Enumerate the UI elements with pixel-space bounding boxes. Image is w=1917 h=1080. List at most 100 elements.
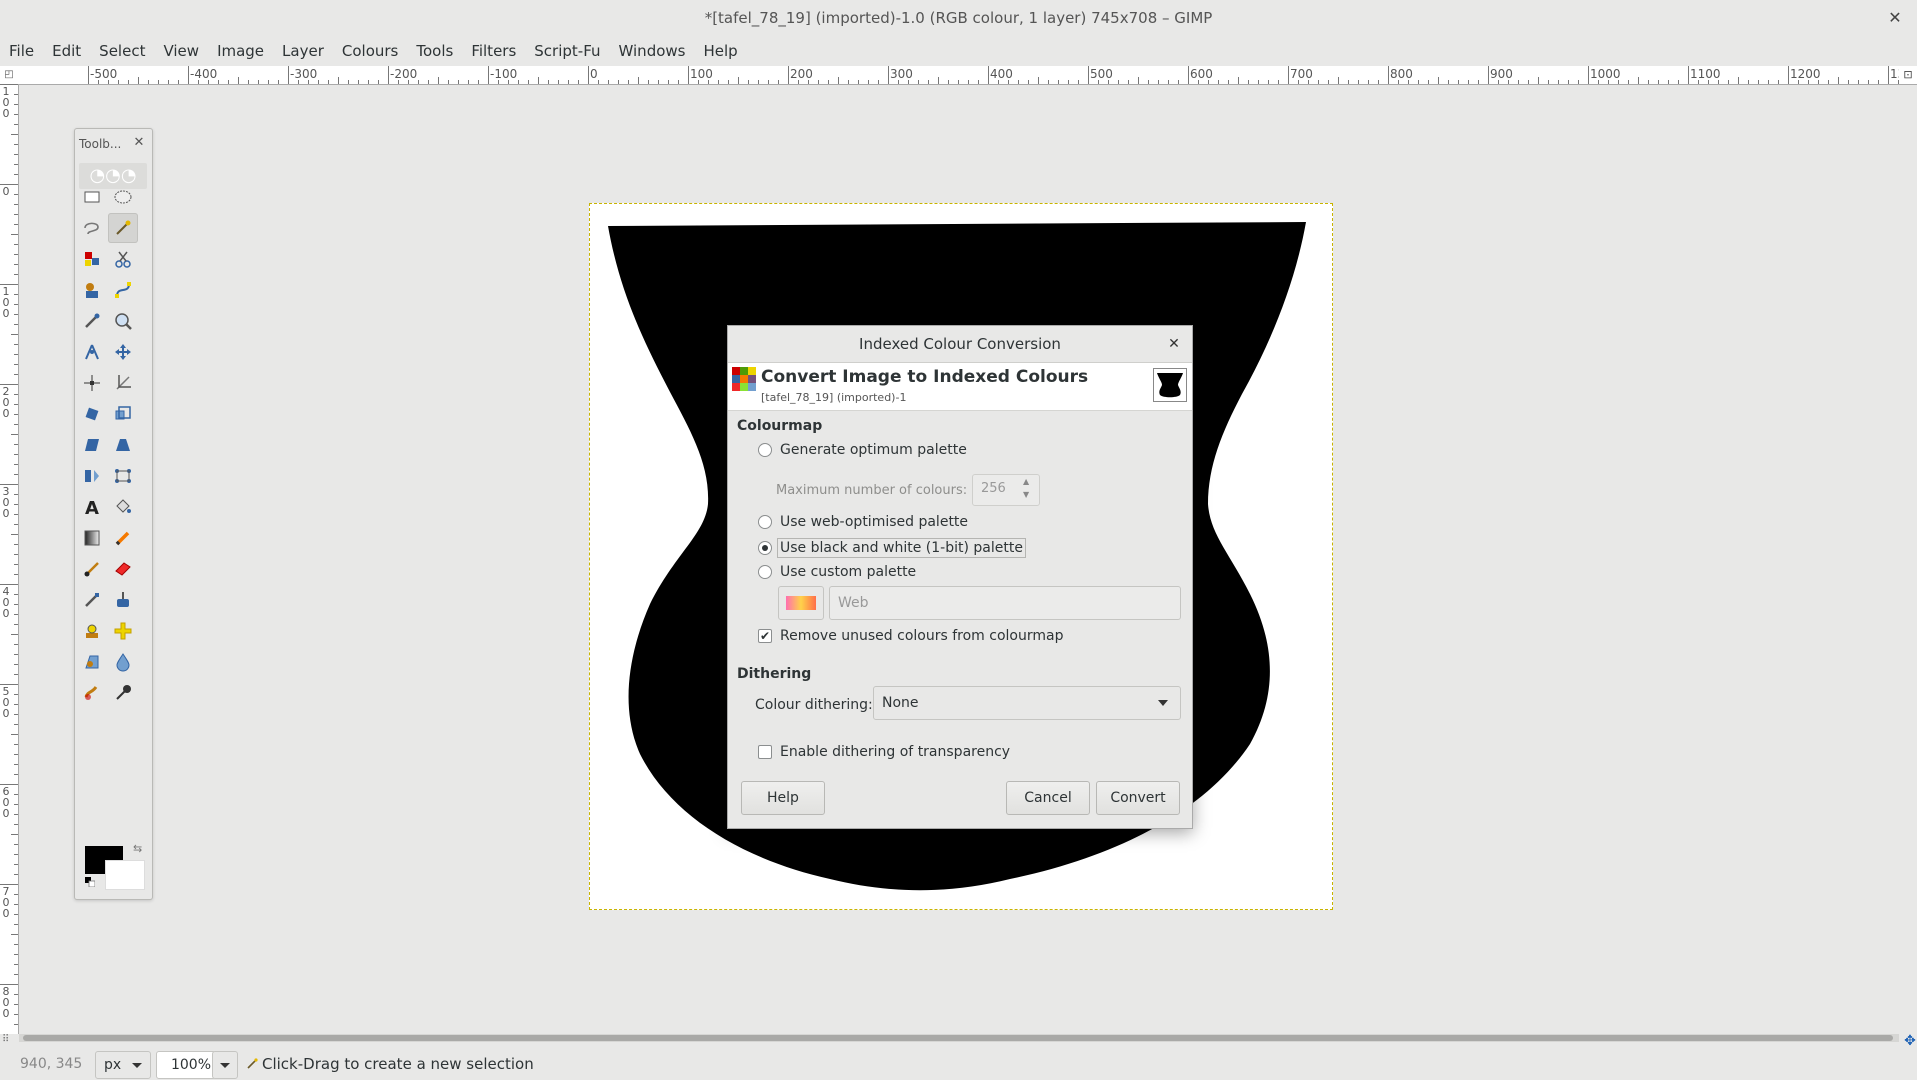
heal-tool-button[interactable] [108,616,138,646]
web-optimised-palette-radio[interactable] [758,515,772,529]
ruler-tick [938,77,939,84]
crop-tool-button[interactable] [108,368,138,398]
black-white-palette-option[interactable]: Use black and white (1-bit) palette [758,538,1026,558]
menu-script-fu[interactable]: Script-Fu [525,36,609,66]
black-white-palette-radio[interactable] [758,541,772,555]
toolbox-close-button[interactable]: ✕ [131,135,147,151]
menu-select[interactable]: Select [90,36,154,66]
zoom-dropdown-button[interactable] [212,1051,238,1079]
generate-optimum-palette-option[interactable]: Generate optimum palette [758,442,967,458]
ruler-tick [908,80,909,84]
blend-tool-button[interactable] [77,523,107,553]
scale-tool-button[interactable] [108,399,138,429]
ruler-tick [14,174,18,175]
unit-value: px [104,1057,122,1073]
ruler-tick [14,714,18,715]
cancel-button[interactable]: Cancel [1006,781,1090,815]
ruler-tick [1778,80,1779,84]
menu-view[interactable]: View [154,36,208,66]
perspective-tool-button[interactable] [108,430,138,460]
menu-edit[interactable]: Edit [43,36,90,66]
flip-tool-button[interactable] [77,461,107,491]
shear-tool-button[interactable] [77,430,107,460]
foreground-select-tool-button[interactable] [77,275,107,305]
perspective-clone-tool-button[interactable] [77,647,107,677]
spin-up-icon[interactable]: ▲ [1023,477,1029,486]
paths-tool-button[interactable] [108,275,138,305]
ellipse-select-tool-button[interactable] [108,182,138,212]
background-color-swatch[interactable] [105,860,145,890]
ruler-tick [14,504,18,505]
scissors-select-tool-button[interactable] [108,244,138,274]
horizontal-ruler[interactable]: -500 -400 -300 -200 -100 0 100 200 300 400 500 600 7… [18,66,1899,85]
help-button[interactable]: Help [741,781,825,815]
convert-button[interactable]: Convert [1096,781,1180,815]
ruler-tick [14,1024,18,1025]
select-by-color-tool-button[interactable] [77,244,107,274]
vertical-ruler[interactable]: 1 0 0 0 1 0 0 2 0 0 3 0 0 4 0 0 5 0 0 6 0 0 7 0 … [0,84,19,1034]
menu-colours[interactable]: Colours [333,36,407,66]
ruler-tick [1518,80,1519,84]
ruler-tick [14,574,18,575]
menu-windows[interactable]: Windows [610,36,695,66]
ruler-tick [14,474,18,475]
swap-colors-icon[interactable]: ⇆ [133,842,142,855]
ink-tool-button[interactable] [108,585,138,615]
menu-file[interactable]: File [0,36,43,66]
cage-transform-tool-button[interactable] [108,461,138,491]
colour-dithering-dropdown[interactable]: None [873,686,1181,720]
airbrush-tool-button[interactable] [77,585,107,615]
clone-tool-button[interactable] [77,616,107,646]
web-optimised-palette-option[interactable]: Use web-optimised palette [758,514,968,530]
horizontal-scrollbar-thumb[interactable] [23,1035,1893,1041]
spin-down-icon[interactable]: ▼ [1023,490,1029,499]
transparency-dither-option[interactable]: Enable dithering of transparency [758,744,1010,760]
custom-palette-option[interactable]: Use custom palette [758,564,916,580]
measure-tool-button[interactable] [77,337,107,367]
vertical-scrollbar[interactable] [1904,85,1912,1034]
transparency-dither-checkbox[interactable] [758,745,772,759]
window-close-button[interactable]: ✕ [1883,6,1907,30]
fuzzy-select-tool-button[interactable] [108,213,138,243]
palette-chooser-button[interactable] [778,586,824,620]
colour-dithering-label: Colour dithering: [755,697,873,713]
unit-selector[interactable]: px [95,1051,151,1079]
align-tool-button[interactable] [77,368,107,398]
ruler-corner[interactable]: ◰ [0,66,19,85]
zoom-input[interactable]: 100% [156,1051,216,1079]
dialog-close-button[interactable]: ✕ [1164,334,1184,354]
bucket-fill-tool-button[interactable] [108,492,138,522]
generate-optimum-palette-radio[interactable] [758,443,772,457]
menu-image[interactable]: Image [208,36,273,66]
move-tool-button[interactable] [108,337,138,367]
text-tool-button[interactable]: A [77,492,107,522]
ruler-tick [978,80,979,84]
quick-mask-icon[interactable]: ⠿ [2,1034,16,1048]
remove-unused-checkbox[interactable]: ✔ [758,629,772,643]
horizontal-scrollbar[interactable] [19,1034,1899,1042]
menu-filters[interactable]: Filters [462,36,525,66]
remove-unused-option[interactable]: ✔ Remove unused colours from colourmap [758,628,1063,644]
free-select-tool-button[interactable] [77,213,107,243]
navigate-icon[interactable]: ✥ [1903,1034,1917,1048]
color-picker-tool-button[interactable] [77,306,107,336]
paintbrush-tool-button[interactable] [77,554,107,584]
menu-layer[interactable]: Layer [273,36,333,66]
pencil-tool-button[interactable] [108,523,138,553]
menu-help[interactable]: Help [694,36,746,66]
custom-palette-radio[interactable] [758,565,772,579]
rect-select-tool-button[interactable] [77,182,107,212]
dodge-burn-tool-button[interactable] [108,678,138,708]
ruler-tick [14,894,18,895]
custom-palette-field[interactable]: Web [829,586,1181,620]
max-colours-spinner[interactable]: 256 ▲ ▼ [972,474,1040,506]
menu-tools[interactable]: Tools [407,36,462,66]
zoom-tool-button[interactable] [108,306,138,336]
blur-sharpen-tool-button[interactable] [108,647,138,677]
zoom-follow-icon[interactable]: ⊡ [1899,66,1917,85]
smudge-tool-button[interactable] [77,678,107,708]
eraser-tool-button[interactable] [108,554,138,584]
rotate-tool-button[interactable] [77,399,107,429]
default-colors-icon[interactable] [85,877,95,887]
ruler-tick [988,66,989,84]
